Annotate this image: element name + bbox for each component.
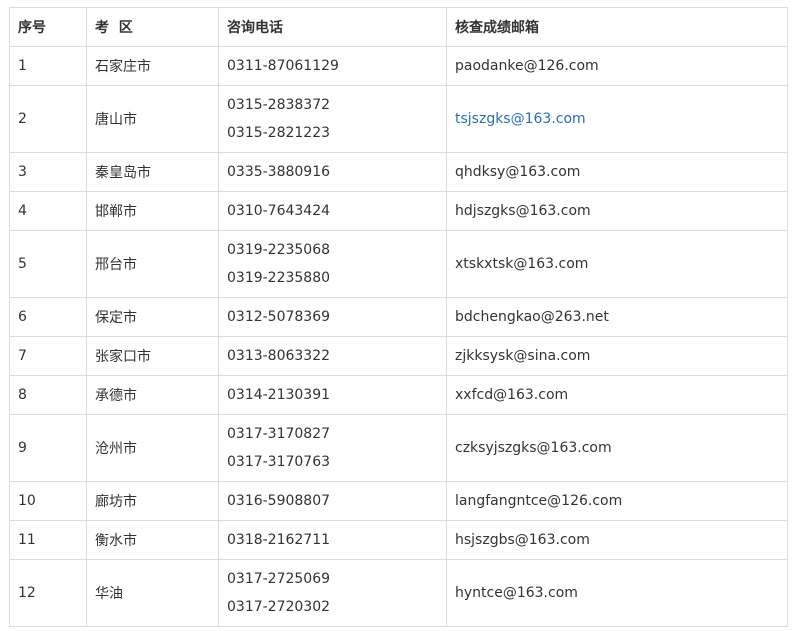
table-row: 2 唐山市 0315-2838372 0315-2821223 tsjszgks@163… (9, 85, 788, 153)
email-cell: xxfcd@163.com (446, 375, 788, 415)
table-row: 3 秦皇岛市 0335-3880916 qhdksy@163.com (9, 152, 788, 192)
row-number: 8 (9, 375, 87, 415)
table-row: 4 邯郸市 0310-7643424 hdjszgks@163.com (9, 191, 788, 231)
row-number: 4 (9, 191, 87, 231)
region-name: 张家口市 (86, 336, 219, 376)
phone-number: 0317-2720302 (227, 599, 331, 615)
row-number: 2 (9, 85, 87, 153)
phone-number: 0318-2162711 (227, 532, 331, 548)
phone-number: 0317-3170827 (227, 426, 331, 442)
email-address: xxfcd@163.com (455, 387, 569, 403)
phone-number: 0315-2821223 (227, 125, 331, 141)
phone-number: 0315-2838372 (227, 97, 331, 113)
header-phone: 咨询电话 (218, 7, 447, 47)
row-number: 3 (9, 152, 87, 192)
row-number: 6 (9, 297, 87, 337)
table-row: 10 廊坊市 0316-5908807 langfangntce@126.com (9, 481, 788, 521)
email-cell: xtskxtsk@163.com (446, 230, 788, 298)
email-address: hyntce@163.com (455, 585, 578, 601)
row-number: 1 (9, 46, 87, 86)
phone-cell: 0319-2235068 0319-2235880 (218, 230, 447, 298)
email-cell: zjkksysk@sina.com (446, 336, 788, 376)
header-number: 序号 (9, 7, 87, 47)
row-number: 10 (9, 481, 87, 521)
phone-cell: 0312-5078369 (218, 297, 447, 337)
phone-number: 0311-87061129 (227, 58, 339, 74)
phone-number: 0313-8063322 (227, 348, 331, 364)
table-body: 1 石家庄市 0311-87061129 paodanke@126.com 2 唐山市 03… (9, 46, 788, 627)
phone-number: 0317-3170763 (227, 454, 331, 470)
header-row: 序号 考 区 咨询电话 核查成绩邮箱 (9, 7, 788, 47)
phone-cell: 0317-2725069 0317-2720302 (218, 559, 447, 627)
phone-number: 0310-7643424 (227, 203, 331, 219)
phone-cell: 0335-3880916 (218, 152, 447, 192)
phone-cell: 0310-7643424 (218, 191, 447, 231)
table-row: 5 邢台市 0319-2235068 0319-2235880 xtskxtsk@163… (9, 230, 788, 298)
phone-cell: 0317-3170827 0317-3170763 (218, 414, 447, 482)
table-row: 11 衡水市 0318-2162711 hsjszgbs@163.com (9, 520, 788, 560)
row-number: 12 (9, 559, 87, 627)
phone-cell: 0313-8063322 (218, 336, 447, 376)
email-address: hsjszgbs@163.com (455, 532, 590, 548)
header-region: 考 区 (86, 7, 219, 47)
phone-number: 0314-2130391 (227, 387, 331, 403)
phone-number: 0312-5078369 (227, 309, 331, 325)
email-address: czksyjszgks@163.com (455, 440, 612, 456)
email-cell: hyntce@163.com (446, 559, 788, 627)
email-cell: paodanke@126.com (446, 46, 788, 86)
email-address: hdjszgks@163.com (455, 203, 591, 219)
phone-number: 0335-3880916 (227, 164, 331, 180)
region-name: 邯郸市 (86, 191, 219, 231)
table-row: 8 承德市 0314-2130391 xxfcd@163.com (9, 375, 788, 415)
region-name: 衡水市 (86, 520, 219, 560)
email-address: bdchengkao@263.net (455, 309, 609, 325)
phone-number: 0317-2725069 (227, 571, 331, 587)
row-number: 5 (9, 230, 87, 298)
email-address: langfangntce@126.com (455, 493, 623, 509)
email-cell: qhdksy@163.com (446, 152, 788, 192)
region-name: 华油 (86, 559, 219, 627)
row-number: 9 (9, 414, 87, 482)
email-address: qhdksy@163.com (455, 164, 581, 180)
email-cell: czksyjszgks@163.com (446, 414, 788, 482)
phone-number: 0319-2235880 (227, 270, 331, 286)
phone-cell: 0315-2838372 0315-2821223 (218, 85, 447, 153)
phone-cell: 0318-2162711 (218, 520, 447, 560)
email-cell: langfangntce@126.com (446, 481, 788, 521)
phone-number: 0316-5908807 (227, 493, 331, 509)
email-link[interactable]: tsjszgks@163.com (455, 111, 586, 127)
region-name: 唐山市 (86, 85, 219, 153)
table-row: 12 华油 0317-2725069 0317-2720302 hyntce@163.c… (9, 559, 788, 627)
email-address: xtskxtsk@163.com (455, 256, 589, 272)
email-cell: hsjszgbs@163.com (446, 520, 788, 560)
region-name: 沧州市 (86, 414, 219, 482)
table-row: 1 石家庄市 0311-87061129 paodanke@126.com (9, 46, 788, 86)
region-name: 承德市 (86, 375, 219, 415)
region-name: 邢台市 (86, 230, 219, 298)
table-row: 6 保定市 0312-5078369 bdchengkao@263.net (9, 297, 788, 337)
phone-number: 0319-2235068 (227, 242, 331, 258)
row-number: 7 (9, 336, 87, 376)
region-name: 秦皇岛市 (86, 152, 219, 192)
email-address: paodanke@126.com (455, 58, 599, 74)
header-email: 核查成绩邮箱 (446, 7, 788, 47)
region-name: 保定市 (86, 297, 219, 337)
email-cell: hdjszgks@163.com (446, 191, 788, 231)
row-number: 11 (9, 520, 87, 560)
region-name: 石家庄市 (86, 46, 219, 86)
table-row: 7 张家口市 0313-8063322 zjkksysk@sina.com (9, 336, 788, 376)
email-cell[interactable]: tsjszgks@163.com (446, 85, 788, 153)
region-name: 廊坊市 (86, 481, 219, 521)
phone-cell: 0316-5908807 (218, 481, 447, 521)
phone-cell: 0311-87061129 (218, 46, 447, 86)
email-cell: bdchengkao@263.net (446, 297, 788, 337)
table-row: 9 沧州市 0317-3170827 0317-3170763 czksyjszgks@… (9, 414, 788, 482)
contact-table: 序号 考 区 咨询电话 核查成绩邮箱 1 石家庄市 0311-87061129 pao… (9, 7, 788, 627)
phone-cell: 0314-2130391 (218, 375, 447, 415)
email-address: zjkksysk@sina.com (455, 348, 591, 364)
